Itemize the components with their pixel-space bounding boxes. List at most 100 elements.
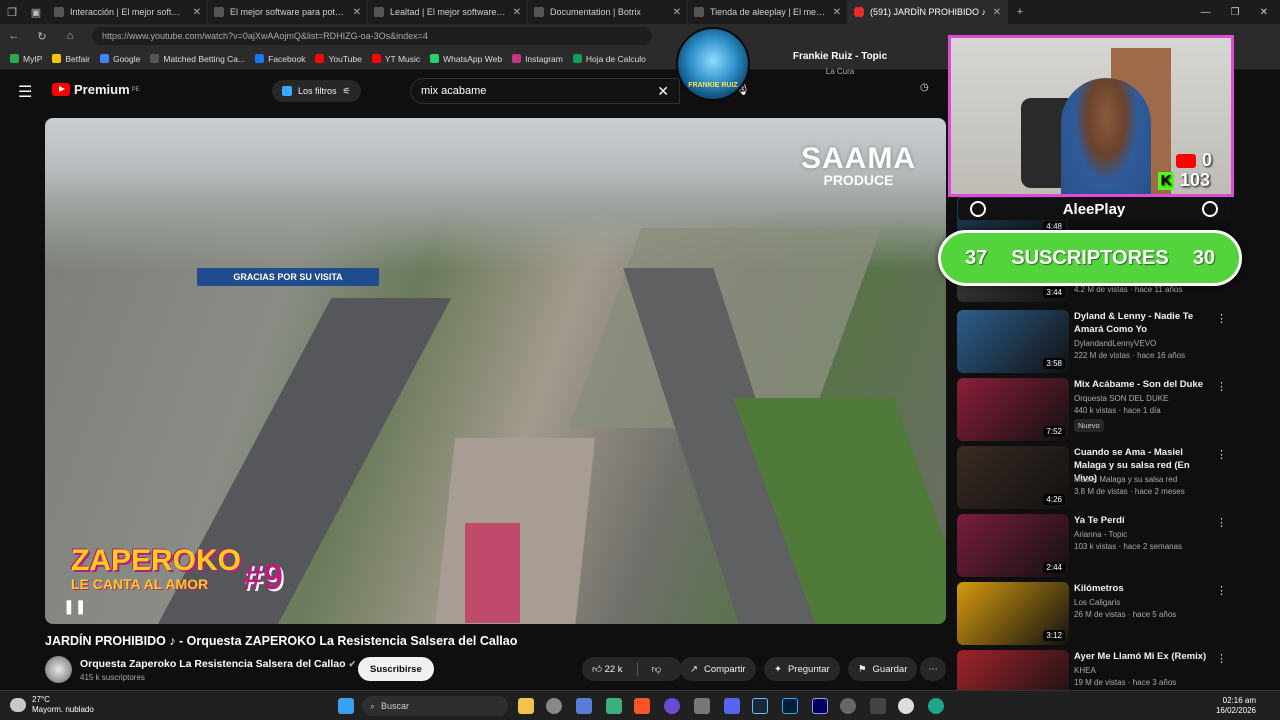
premiere-icon[interactable] <box>812 698 828 714</box>
taskbar-search[interactable]: ⌕ Buscar <box>362 696 508 716</box>
system-clock[interactable]: 02:16 am 16/02/2026 <box>1216 696 1256 716</box>
browser-tab[interactable]: Tienda de aleeplay | El mejor softw ✕ <box>688 0 848 24</box>
browser-menu-icon[interactable]: ❐ <box>0 6 24 19</box>
recommendation-title[interactable]: Ayer Me Llamó Mi Ex (Remix) <box>1074 650 1214 663</box>
browser-tab[interactable]: Lealtad | El mejor software para p ✕ <box>368 0 528 24</box>
history-icon[interactable]: ◷ <box>920 82 929 93</box>
filters-button[interactable]: Los filtros ⚟ <box>272 80 361 102</box>
recommendation-channel[interactable]: Masiel Malaga y su salsa red <box>1074 474 1224 486</box>
bookmark-item[interactable]: Betfair <box>52 54 90 64</box>
settings-icon[interactable] <box>840 698 856 714</box>
recommendation-channel[interactable]: KHEA <box>1074 665 1224 677</box>
app-icon[interactable] <box>606 698 622 714</box>
recommendation-item[interactable]: 3:58 Dyland & Lenny - Nadie Te Amará Como… <box>957 310 1237 374</box>
recommendation-item[interactable]: 7:52 Mix Acábame - Son del Duke Orquesta S… <box>957 378 1237 442</box>
new-tab-icon[interactable]: + <box>1008 6 1032 18</box>
recommendation-channel[interactable]: Orquesta SON DEL DUKE <box>1074 393 1224 405</box>
more-options-icon[interactable]: ⋮ <box>1216 516 1227 529</box>
recommendation-title[interactable]: Kilómetros <box>1074 582 1214 595</box>
close-window-icon[interactable]: ✕ <box>1260 7 1268 18</box>
share-button[interactable]: ↗ Compartir <box>680 657 756 681</box>
clear-search-icon[interactable]: ✕ <box>657 83 669 100</box>
reload-icon[interactable]: ↻ <box>28 30 56 43</box>
app-icon[interactable] <box>664 698 680 714</box>
channel-name[interactable]: Orquesta Zaperoko La Resistencia Salsera… <box>80 658 356 670</box>
calculator-icon[interactable] <box>694 698 710 714</box>
more-options-icon[interactable]: ⋮ <box>1216 584 1227 597</box>
channel-avatar[interactable] <box>45 656 72 683</box>
bookmark-item[interactable]: Matched Betting Ca... <box>150 54 245 64</box>
bookmark-item[interactable]: MyIP <box>10 54 42 64</box>
minimize-icon[interactable]: — <box>1201 7 1211 18</box>
close-tab-icon[interactable]: ✕ <box>353 7 361 18</box>
recommendation-item[interactable]: 4:26 Cuando se Ama - Masiel Malaga y su s… <box>957 446 1237 510</box>
recommendation-title[interactable]: Dyland & Lenny - Nadie Te Amará Como Yo <box>1074 310 1214 336</box>
ask-button[interactable]: ✦ Preguntar <box>764 657 840 681</box>
close-tab-icon[interactable]: ✕ <box>993 7 1001 18</box>
windows-start-icon[interactable] <box>338 698 354 714</box>
recommendation-title[interactable]: Ya Te Perdí <box>1074 514 1214 527</box>
more-actions-icon[interactable]: ⋯ <box>920 657 946 681</box>
close-tab-icon[interactable]: ✕ <box>513 7 521 18</box>
recommendation-title[interactable]: Mix Acábame - Son del Duke <box>1074 378 1214 391</box>
steam-icon[interactable] <box>752 698 768 714</box>
bookmark-item[interactable]: YouTube <box>315 54 362 64</box>
recommendation-channel[interactable]: Los Caligaris <box>1074 597 1224 609</box>
browser-tab[interactable]: Documentation | Botrix ✕ <box>528 0 688 24</box>
bookmark-item[interactable]: Facebook <box>255 54 305 64</box>
browser-tab[interactable]: El mejor software para potenciar ✕ <box>208 0 368 24</box>
subscribe-button[interactable]: Suscribirse <box>358 657 434 681</box>
like-button[interactable]: 👍︎ 22 k <box>592 663 623 675</box>
video-thumbnail[interactable]: 7:52 <box>957 378 1069 441</box>
file-explorer-icon[interactable] <box>518 698 534 714</box>
home-icon[interactable]: ⌂ <box>56 30 84 42</box>
more-options-icon[interactable]: ⋮ <box>1216 448 1227 461</box>
tab-actions-icon[interactable]: ▣ <box>24 6 48 19</box>
close-tab-icon[interactable]: ✕ <box>673 7 681 18</box>
dislike-button[interactable]: 👎︎ <box>652 663 662 675</box>
app-icon[interactable] <box>576 698 592 714</box>
more-options-icon[interactable]: ⋮ <box>1216 652 1227 665</box>
hamburger-menu-icon[interactable]: ☰ <box>18 82 32 102</box>
youtube-premium-logo[interactable]: Premium PE <box>52 82 140 97</box>
brave-icon[interactable] <box>634 698 650 714</box>
restore-icon[interactable]: ❐ <box>1231 7 1240 18</box>
video-duration: 3:58 <box>1043 358 1065 369</box>
chrome-icon[interactable] <box>546 698 562 714</box>
bookmark-favicon-icon <box>572 54 582 63</box>
edge-icon[interactable] <box>928 698 944 714</box>
bookmark-item[interactable]: Instagram <box>512 54 563 64</box>
close-tab-icon[interactable]: ✕ <box>193 7 201 18</box>
browser-tab[interactable]: Interacción | El mejor software pa ✕ <box>48 0 208 24</box>
back-icon[interactable]: ← <box>0 30 28 42</box>
recommendation-item[interactable]: 2:44 Ya Te Perdí Arianna - Topic 103 k vist… <box>957 514 1237 578</box>
browser-tab-active[interactable]: (591) JARDÍN PROHIBIDO ♪ ✕ <box>848 0 1008 24</box>
video-thumbnail[interactable]: 3:58 <box>957 310 1069 373</box>
more-options-icon[interactable]: ⋮ <box>1216 380 1227 393</box>
recommendation-item[interactable]: 3:12 Kilómetros Los Caligaris 26 M de vista… <box>957 582 1237 646</box>
bookmark-item[interactable]: WhatsApp Web <box>430 54 502 64</box>
search-input[interactable]: mix acabame ✕ <box>410 78 680 104</box>
recommendation-channel[interactable]: DylandandLennyVEVO <box>1074 338 1224 350</box>
close-tab-icon[interactable]: ✕ <box>833 7 841 18</box>
sparkle-icon: ✦ <box>774 663 782 675</box>
url-field[interactable]: https://www.youtube.com/watch?v=0ajXwAAo… <box>92 27 652 45</box>
bookmark-item[interactable]: YT Music <box>371 54 420 64</box>
video-thumbnail[interactable]: 3:12 <box>957 582 1069 645</box>
recommendation-meta: 103 k vistas · hace 2 semanas <box>1074 542 1183 551</box>
pause-icon[interactable]: ❚❚ <box>63 598 86 615</box>
bookmark-item[interactable]: Hoja de Calculo <box>572 53 646 64</box>
media-player-icon[interactable] <box>898 698 914 714</box>
video-player[interactable]: GRACIAS POR SU VISITA SAAMA PRODUCE ZAPE… <box>45 118 946 624</box>
video-thumbnail[interactable]: 4:26 <box>957 446 1069 509</box>
weather-widget[interactable]: 27°C Mayorm. nublado <box>10 695 94 715</box>
discord-icon[interactable] <box>724 698 740 714</box>
video-thumbnail[interactable]: 2:44 <box>957 514 1069 577</box>
save-button[interactable]: ⚑ Guardar <box>848 657 918 681</box>
recommendation-channel[interactable]: Arianna - Topic <box>1074 529 1224 541</box>
photoshop-icon[interactable] <box>782 698 798 714</box>
more-options-icon[interactable]: ⋮ <box>1216 312 1227 325</box>
bookmark-item[interactable]: Google <box>99 54 140 64</box>
bookmark-label: Hoja de Calculo <box>585 53 646 64</box>
app-icon[interactable] <box>870 698 886 714</box>
